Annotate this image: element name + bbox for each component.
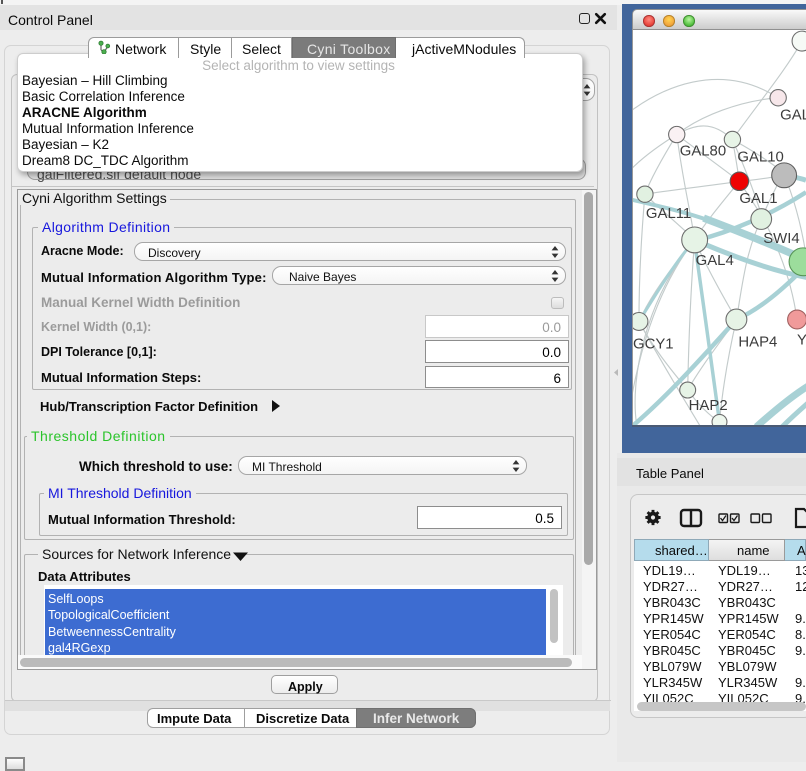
- svg-text:GAL1: GAL1: [739, 191, 777, 207]
- svg-text:HAP2: HAP2: [689, 398, 728, 414]
- svg-text:GAL11: GAL11: [646, 206, 691, 222]
- svg-text:GCY1: GCY1: [633, 336, 674, 352]
- svg-text:GAL80: GAL80: [680, 143, 726, 159]
- svg-text:GAL3: GAL3: [780, 108, 806, 124]
- svg-text:GAL4: GAL4: [696, 253, 734, 269]
- svg-text:GAL10: GAL10: [737, 149, 783, 165]
- svg-text:SWI4: SWI4: [763, 231, 799, 247]
- svg-text:HAP4: HAP4: [738, 334, 777, 350]
- svg-text:YER: YER: [797, 332, 806, 348]
